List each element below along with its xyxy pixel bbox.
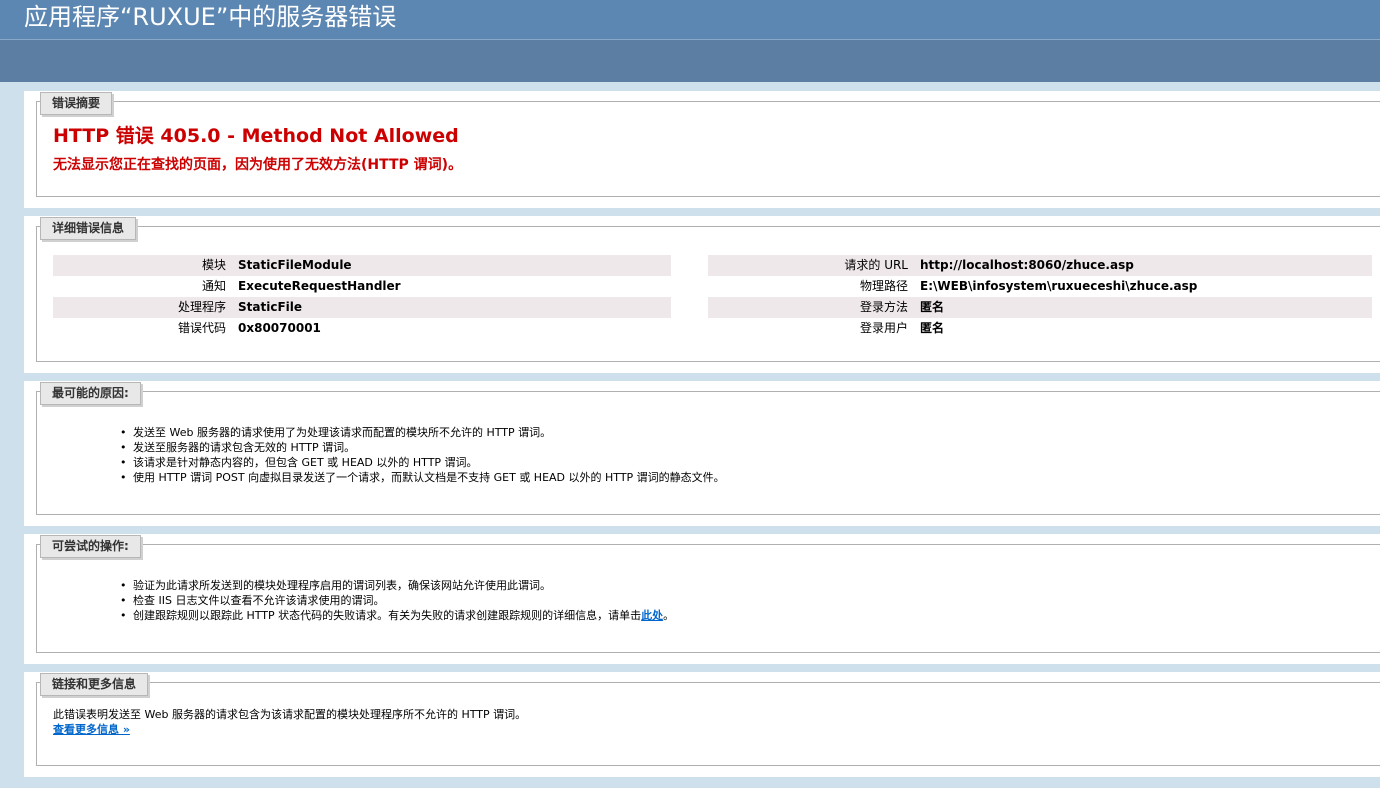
more-info-link[interactable]: 查看更多信息 » xyxy=(53,723,130,736)
page-header: 应用程序“RUXUE”中的服务器错误 xyxy=(0,0,1380,39)
bullet-icon: • xyxy=(120,441,127,454)
table-row: 模块 StaticFileModule xyxy=(53,255,671,276)
details-fieldset: 详细错误信息 模块 StaticFileModule 通知 ExecuteReques… xyxy=(36,217,1380,362)
causes-legend: 最可能的原因: xyxy=(40,382,141,405)
table-row: 通知 ExecuteRequestHandler xyxy=(53,276,671,297)
details-table: 模块 StaticFileModule 通知 ExecuteRequestHandle… xyxy=(53,251,1380,339)
actions-legend: 可尝试的操作: xyxy=(40,535,141,558)
details-panel: 详细错误信息 模块 StaticFileModule 通知 ExecuteReques… xyxy=(24,216,1380,373)
detail-label: 请求的 URL xyxy=(708,255,908,276)
table-row: 错误代码 0x80070001 xyxy=(53,318,671,339)
detail-value: 0x80070001 xyxy=(238,321,321,335)
details-right-column: 请求的 URL http://localhost:8060/zhuce.asp 物理… xyxy=(708,255,1372,339)
detail-label: 物理路径 xyxy=(859,279,908,293)
links-legend: 链接和更多信息 xyxy=(40,673,149,696)
summary-legend: 错误摘要 xyxy=(40,92,113,115)
details-left-column: 模块 StaticFileModule 通知 ExecuteRequestHandle… xyxy=(53,255,671,339)
summary-fieldset: 错误摘要 HTTP 错误 405.0 - Method Not Allowed … xyxy=(36,92,1380,197)
actions-list: • 验证为此请求所发送到的模块处理程序启用的谓词列表，确保该网站允许使用此谓词。 … xyxy=(53,578,1380,623)
detail-value: StaticFile xyxy=(226,297,671,318)
detail-value: StaticFileModule xyxy=(226,255,671,276)
list-item: • 发送至 Web 服务器的请求使用了为处理该请求而配置的模块所不允许的 HTTP… xyxy=(120,426,552,439)
detail-value: ExecuteRequestHandler xyxy=(238,279,401,293)
detail-label: 处理程序 xyxy=(53,297,226,318)
detail-value: 匿名 xyxy=(908,297,1372,318)
list-item: • 发送至服务器的请求包含无效的 HTTP 谓词。 xyxy=(120,441,356,454)
detail-label: 错误代码 xyxy=(177,321,226,335)
detail-label: 登录方法 xyxy=(708,297,908,318)
page-title: 应用程序“RUXUE”中的服务器错误 xyxy=(24,3,397,31)
bullet-icon: • xyxy=(120,609,127,622)
list-item: • 检查 IIS 日志文件以查看不允许该请求使用的谓词。 xyxy=(120,594,385,607)
actions-panel: 可尝试的操作: • 验证为此请求所发送到的模块处理程序启用的谓词列表，确保该网站允… xyxy=(24,534,1380,664)
bullet-icon: • xyxy=(120,471,127,484)
detail-value: 匿名 xyxy=(920,321,945,335)
actions-fieldset: 可尝试的操作: • 验证为此请求所发送到的模块处理程序启用的谓词列表，确保该网站允… xyxy=(36,535,1380,653)
causes-fieldset: 最可能的原因: • 发送至 Web 服务器的请求使用了为处理该请求而配置的模块所不… xyxy=(36,382,1380,515)
causes-panel: 最可能的原因: • 发送至 Web 服务器的请求使用了为处理该请求而配置的模块所不… xyxy=(24,381,1380,526)
bullet-icon: • xyxy=(120,426,127,439)
details-legend: 详细错误信息 xyxy=(40,217,137,240)
detail-label: 通知 xyxy=(201,279,226,293)
table-row: 登录用户 匿名 xyxy=(708,318,1372,339)
list-item: • 该请求是针对静态内容的，但包含 GET 或 HEAD 以外的 HTTP 谓词。 xyxy=(120,456,478,469)
bullet-icon: • xyxy=(120,579,127,592)
error-description: 无法显示您正在查找的页面，因为使用了无效方法(HTTP 谓词)。 xyxy=(53,157,463,173)
bullet-icon: • xyxy=(120,594,127,607)
list-item: • 验证为此请求所发送到的模块处理程序启用的谓词列表，确保该网站允许使用此谓词。 xyxy=(120,579,551,592)
detail-label: 登录用户 xyxy=(859,321,908,335)
links-fieldset: 链接和更多信息 此错误表明发送至 Web 服务器的请求包含为该请求配置的模块处理… xyxy=(36,673,1380,766)
detail-value: http://localhost:8060/zhuce.asp xyxy=(908,255,1372,276)
here-link[interactable]: 此处 xyxy=(641,609,663,622)
list-item: • 使用 HTTP 谓词 POST 向虚拟目录发送了一个请求，而默认文档是不支持 … xyxy=(120,471,725,484)
error-title: HTTP 错误 405.0 - Method Not Allowed xyxy=(53,125,459,147)
more-info-text: 此错误表明发送至 Web 服务器的请求包含为该请求配置的模块处理程序所不允许的 … xyxy=(53,708,527,721)
header-bar xyxy=(0,39,1380,82)
links-panel: 链接和更多信息 此错误表明发送至 Web 服务器的请求包含为该请求配置的模块处理… xyxy=(24,672,1380,777)
table-row: 请求的 URL http://localhost:8060/zhuce.asp xyxy=(708,255,1372,276)
table-row: 物理路径 E:\WEB\infosystem\ruxueceshi\zhuce.a… xyxy=(708,276,1372,297)
table-row: 处理程序 StaticFile xyxy=(53,297,671,318)
table-row: 登录方法 匿名 xyxy=(708,297,1372,318)
causes-list: • 发送至 Web 服务器的请求使用了为处理该请求而配置的模块所不允许的 HTTP… xyxy=(53,425,1380,485)
main-content: 错误摘要 HTTP 错误 405.0 - Method Not Allowed … xyxy=(0,82,1380,777)
list-item: • 创建跟踪规则以跟踪此 HTTP 状态代码的失败请求。有关为失败的请求创建跟踪规… xyxy=(120,609,675,622)
detail-label: 模块 xyxy=(53,255,226,276)
detail-value: E:\WEB\infosystem\ruxueceshi\zhuce.asp xyxy=(920,279,1198,293)
summary-panel: 错误摘要 HTTP 错误 405.0 - Method Not Allowed … xyxy=(24,91,1380,208)
bullet-icon: • xyxy=(120,456,127,469)
